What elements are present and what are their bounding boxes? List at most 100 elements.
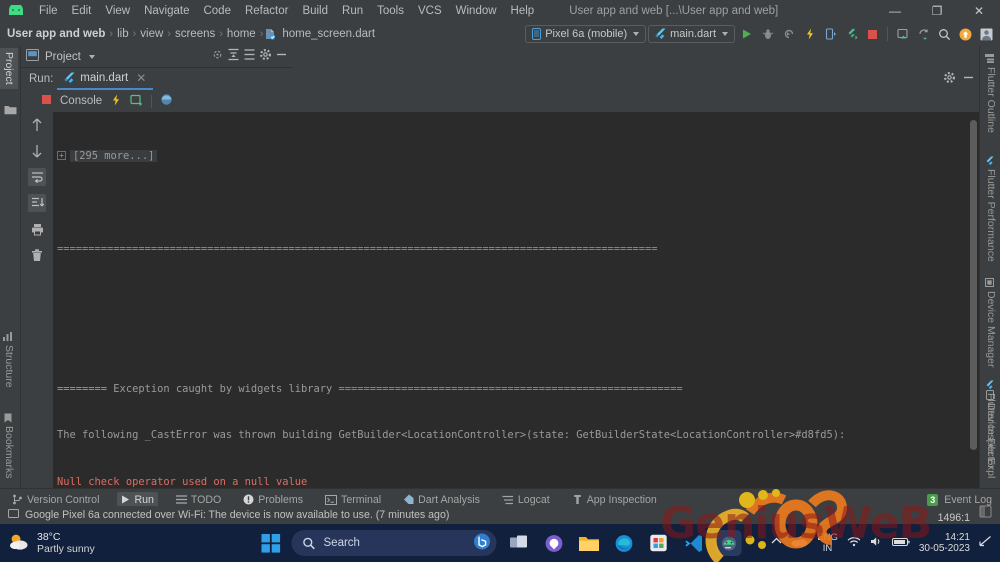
hot-reload-button[interactable] [800, 25, 819, 44]
device-selector[interactable]: Pixel 6a (mobile) [525, 25, 647, 43]
gear-icon[interactable] [943, 71, 956, 87]
run-button[interactable] [737, 25, 756, 44]
hide-icon[interactable] [275, 48, 288, 66]
collapse-all-icon[interactable] [243, 48, 256, 66]
device-manager-button[interactable] [893, 25, 912, 44]
hide-icon[interactable] [979, 505, 992, 523]
run-with-coverage-button[interactable] [779, 25, 798, 44]
file-explorer-icon[interactable] [576, 530, 602, 556]
menu-bar: File Edit View Navigate Code Refactor Bu… [0, 0, 1000, 22]
close-button[interactable]: ✕ [958, 0, 1000, 22]
stop-button[interactable] [863, 25, 882, 44]
minimize-icon[interactable] [962, 71, 975, 87]
run-widgets: Pixel 6a (mobile) main.dart [525, 25, 996, 44]
run-panel-actions [943, 71, 975, 87]
chevron-down-icon [633, 32, 640, 36]
lightning-icon[interactable] [110, 94, 122, 109]
microsoft-store-icon[interactable] [646, 530, 672, 556]
menu-navigate[interactable]: Navigate [137, 3, 196, 19]
project-label: Project [3, 52, 15, 85]
menu-code[interactable]: Code [196, 3, 238, 19]
task-view-icon[interactable] [506, 530, 532, 556]
flutter-inspector-icon[interactable] [160, 93, 173, 109]
minimize-button[interactable]: — [874, 0, 916, 22]
breadcrumb-screens[interactable]: screens [172, 28, 218, 40]
gear-icon[interactable] [259, 48, 272, 66]
sidebar-item-device-manager[interactable]: Device Manager [982, 274, 1000, 371]
sidebar-item-flutter-outline[interactable]: Flutter Outline [982, 50, 1000, 137]
project-panel-label[interactable]: Project [45, 51, 81, 63]
caret-position[interactable]: 1496:1 [938, 512, 970, 524]
notification-icon[interactable] [979, 535, 992, 551]
sidebar-item-structure[interactable]: Structure [0, 328, 18, 392]
show-hidden-icons-icon[interactable] [771, 537, 782, 549]
android-studio-icon[interactable] [715, 530, 742, 556]
soft-wrap-icon[interactable] [28, 168, 46, 186]
windows-start-icon[interactable] [259, 531, 283, 555]
taskbar-clock[interactable]: 14:21 30-05-2023 [919, 532, 970, 554]
maximize-button[interactable]: ❐ [916, 0, 958, 22]
search-everywhere-button[interactable] [935, 25, 954, 44]
menu-window[interactable]: Window [449, 3, 504, 19]
open-devtools-button[interactable] [842, 25, 861, 44]
speaker-icon[interactable] [870, 536, 883, 550]
menu-build[interactable]: Build [295, 3, 335, 19]
menu-vcs[interactable]: VCS [411, 3, 449, 19]
fold-toggle-icon[interactable]: + [57, 151, 66, 160]
console-scrollbar[interactable] [970, 120, 977, 450]
tab-main-dart[interactable]: main.dart ✕ [57, 68, 154, 90]
teams-icon[interactable] [541, 530, 567, 556]
expand-all-icon[interactable] [227, 48, 240, 66]
breadcrumb-project[interactable]: User app and web [4, 28, 108, 40]
sidebar-item-project[interactable]: Project [0, 48, 18, 89]
debug-button[interactable] [758, 25, 777, 44]
updates-button[interactable] [956, 25, 975, 44]
search-icon [303, 537, 315, 549]
menu-file[interactable]: File [32, 3, 65, 19]
trash-icon[interactable] [28, 246, 46, 264]
sidebar-item-flutter-performance[interactable]: Flutter Performance [982, 152, 1000, 266]
locate-icon[interactable] [211, 48, 224, 66]
breadcrumb-home[interactable]: home [224, 28, 259, 40]
menu-run[interactable]: Run [335, 3, 370, 19]
scroll-to-end-icon[interactable] [28, 194, 46, 212]
breadcrumb-file[interactable]: home_screen.dart [279, 28, 378, 40]
event-log-label[interactable]: Event Log [944, 494, 992, 506]
sync-button[interactable] [914, 25, 933, 44]
folder-icon[interactable] [4, 102, 17, 120]
vscode-icon[interactable] [681, 530, 707, 556]
stop-square-icon[interactable] [41, 94, 52, 108]
config-selector[interactable]: main.dart [648, 25, 735, 43]
close-icon[interactable]: ✕ [136, 71, 146, 85]
chevron-down-icon[interactable] [88, 54, 95, 59]
battery-icon[interactable] [891, 537, 910, 550]
up-arrow-icon[interactable] [28, 116, 46, 134]
weather-widget[interactable]: 38°C Partly sunny [8, 531, 95, 555]
onedrive-icon[interactable] [791, 536, 808, 550]
fold-line-top[interactable]: + [295 more...] [57, 149, 979, 165]
console-text[interactable]: + [295 more...] =========================… [53, 112, 979, 488]
breadcrumb-lib[interactable]: lib [114, 28, 132, 40]
breadcrumb-view[interactable]: view [137, 28, 166, 40]
wifi-icon[interactable] [847, 536, 861, 550]
bing-chat-icon[interactable] [474, 533, 491, 553]
hot-restart-button[interactable] [821, 25, 840, 44]
language-indicator[interactable]: ENG IN [817, 532, 838, 554]
sidebar-item-bookmarks[interactable]: Bookmarks [0, 409, 18, 483]
sidebar-item-device-file-explorer[interactable]: Device File Expl [982, 386, 1000, 482]
menu-help[interactable]: Help [504, 3, 542, 19]
menu-view[interactable]: View [98, 3, 137, 19]
bookmarks-label: Bookmarks [3, 426, 15, 479]
taskbar-search[interactable]: Search [291, 530, 497, 556]
hot-restart-icon[interactable] [130, 94, 143, 109]
print-icon[interactable] [28, 220, 46, 238]
menu-refactor[interactable]: Refactor [238, 3, 295, 19]
menu-tools[interactable]: Tools [370, 3, 411, 19]
account-button[interactable] [977, 25, 996, 44]
play-icon [122, 495, 130, 504]
menu-edit[interactable]: Edit [65, 3, 99, 19]
taskbar-center: Search [259, 530, 742, 556]
edge-icon[interactable] [611, 530, 637, 556]
down-arrow-icon[interactable] [28, 142, 46, 160]
console-label[interactable]: Console [60, 95, 102, 107]
